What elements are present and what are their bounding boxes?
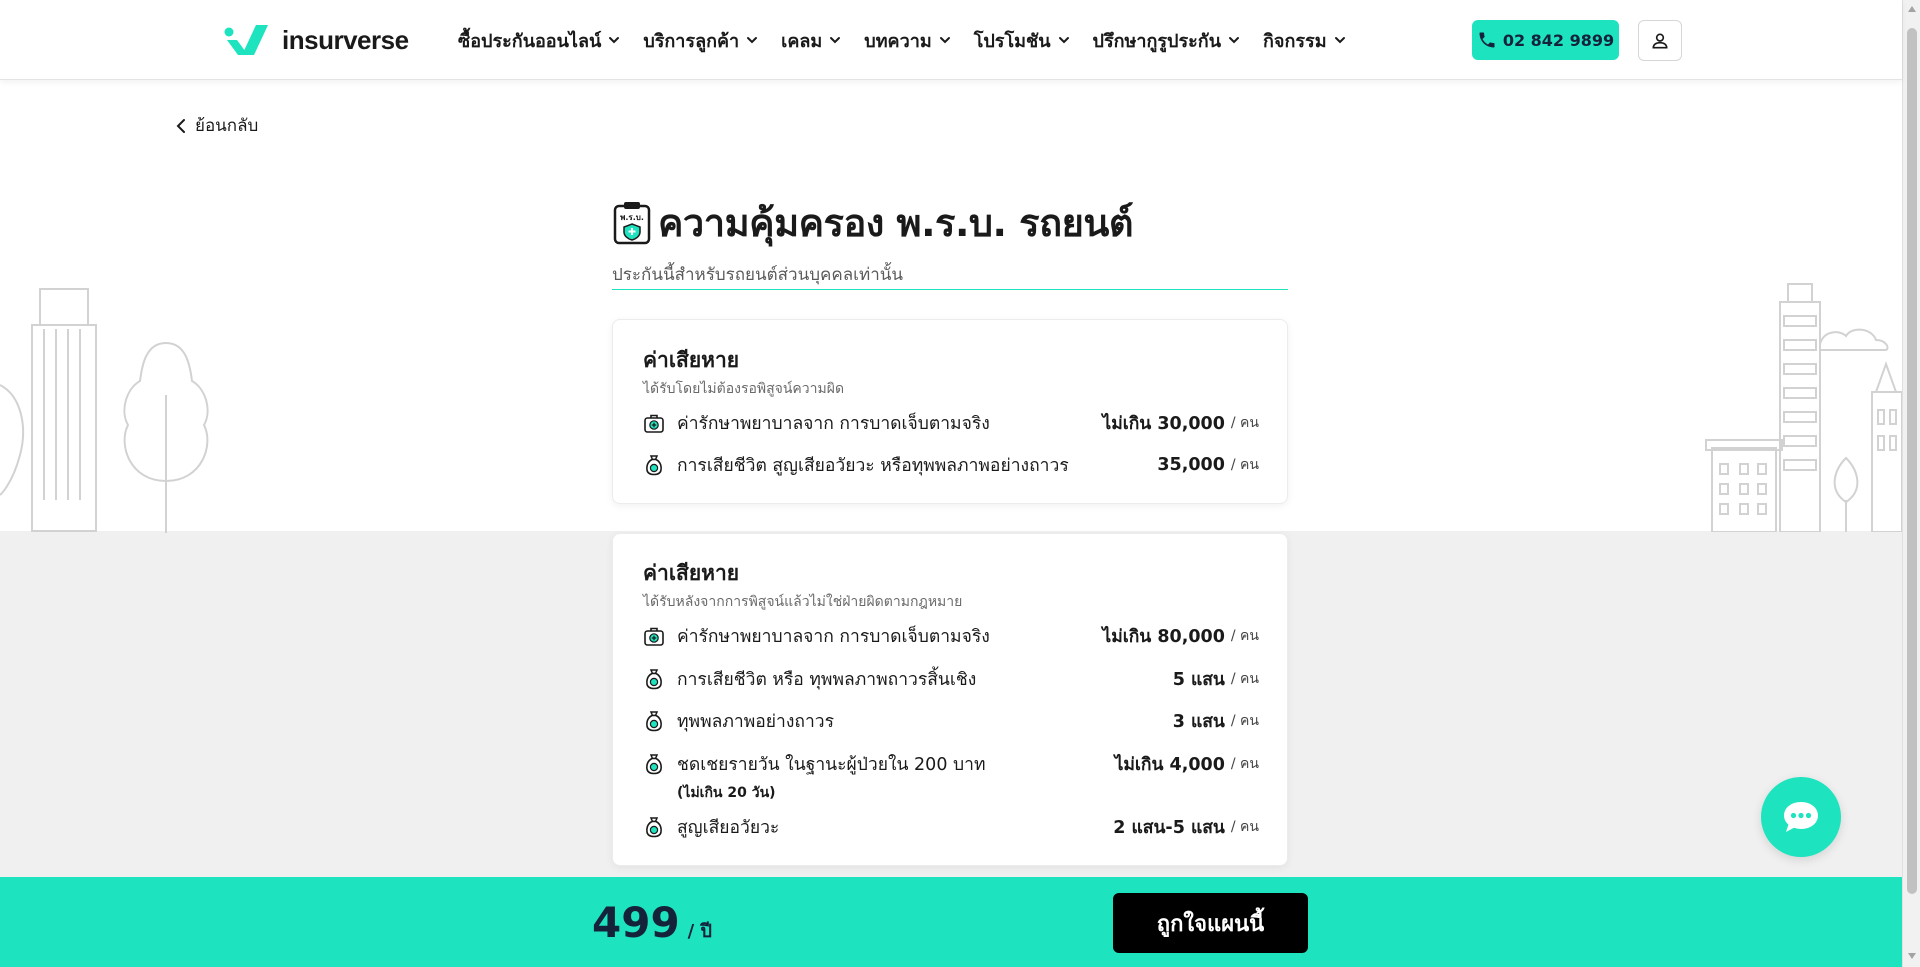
logo-text: insurverse (282, 24, 409, 55)
nav-item-customer-service[interactable]: บริการลูกค้า (643, 26, 759, 55)
coverage-label: การเสียชีวิต สูญเสียอวัยวะ หรือทุพพลภาพอ… (677, 456, 1069, 476)
coverage-row: ค่ารักษาพยาบาลจาก การบาดเจ็บตามจริง ไม่เ… (643, 408, 1259, 438)
chat-icon (1784, 802, 1818, 832)
chevron-down-icon (939, 37, 950, 44)
scroll-up-arrow-icon[interactable] (1908, 6, 1916, 12)
coverage-value: 35,000 (1157, 455, 1225, 475)
coverage-row: การเสียชีวิต สูญเสียอวัยวะ หรือทุพพลภาพอ… (643, 450, 1259, 480)
cityscape-left-illustration (0, 288, 209, 533)
coverage-header: พ.ร.บ. ความคุ้มครอง พ.ร.บ. รถยนต์ ประกัน… (612, 192, 1288, 288)
title-divider (612, 289, 1288, 290)
chevron-down-icon (830, 37, 841, 44)
coverage-row: การเสียชีวิต หรือ ทุพพลภาพถาวรสิ้นเชิง 5… (643, 664, 1259, 694)
user-account-button[interactable] (1638, 20, 1682, 61)
chevron-down-icon (1229, 37, 1240, 44)
coverage-value: ไม่เกิน 4,000 (1114, 755, 1225, 775)
card-title: ค่าเสียหาย (643, 561, 740, 585)
coverage-value: ไม่เกิน 80,000 (1102, 627, 1225, 647)
coverage-unit: / คน (1230, 756, 1259, 772)
nav-item-claim[interactable]: เคลม (781, 26, 842, 55)
phone-icon (1479, 32, 1495, 48)
compulsory-insurance-badge-icon: พ.ร.บ. (613, 201, 651, 244)
coverage-label: ทุพพลภาพอย่างถาวร (677, 712, 835, 732)
coverage-card-no-fault: ค่าเสียหาย ได้รับโดยไม่ต้องรอพิสูจน์ความ… (612, 319, 1288, 504)
badge-text: พ.ร.บ. (620, 213, 644, 222)
phone-number: 02 842 9899 (1502, 30, 1615, 50)
back-link[interactable]: ย้อนกลับ (175, 112, 258, 139)
money-bag-icon (646, 711, 662, 732)
back-label: ย้อนกลับ (195, 116, 259, 136)
coverage-label: ชดเชยรายวัน ในฐานะผู้ป่วยใน 200 บาท (677, 755, 986, 775)
nav-item-consult-expert[interactable]: ปรึกษากูรูประกัน (1093, 26, 1242, 55)
price-display: 499 / ปี (592, 898, 712, 947)
coverage-unit: / คน (1230, 819, 1259, 835)
price-footer-bar (0, 877, 1902, 967)
medical-bag-icon (644, 414, 664, 433)
nav-item-label: กิจกรรม (1263, 30, 1327, 52)
coverage-unit: / คน (1230, 457, 1259, 473)
chevron-down-icon (609, 37, 620, 44)
nav-item-label: ซื้อประกันออนไลน์ (458, 30, 602, 52)
coverage-unit: / คน (1230, 671, 1259, 687)
nav-item-label: โปรโมชัน (973, 30, 1051, 52)
nav-item-label: บทความ (864, 30, 932, 52)
coverage-unit: / คน (1230, 628, 1259, 644)
nav-item-buy-online[interactable]: ซื้อประกันออนไลน์ (458, 26, 621, 55)
price-unit: / ปี (687, 921, 712, 942)
money-bag-icon (646, 669, 662, 690)
money-bag-icon (646, 455, 662, 476)
coverage-value: ไม่เกิน 30,000 (1102, 414, 1225, 434)
logo[interactable]: insurverse (224, 20, 409, 60)
card-subtitle: ได้รับหลังจากการพิสูจน์แล้วไม่ใช่ฝ่ายผิด… (643, 594, 963, 610)
chat-button[interactable] (1761, 777, 1841, 857)
coverage-label: ค่ารักษาพยาบาลจาก การบาดเจ็บตามจริง (677, 414, 990, 434)
price-value: 499 (592, 898, 680, 947)
nav-item-label: บริการลูกค้า (643, 30, 740, 52)
main-nav: ซื้อประกันออนไลน์ บริการลูกค้า เคลม บทคว… (458, 24, 1347, 56)
chevron-down-icon (1058, 37, 1069, 44)
coverage-row: ค่ารักษาพยาบาลจาก การบาดเจ็บตามจริง ไม่เ… (643, 621, 1259, 651)
coverage-unit: / คน (1230, 415, 1259, 431)
vertical-scrollbar[interactable] (1902, 0, 1920, 967)
coverage-row: ทุพพลภาพอย่างถาวร 3 แสน / คน (643, 706, 1259, 736)
coverage-row: สูญเสียอวัยวะ 2 แสน-5 แสน / คน (643, 812, 1259, 842)
coverage-value: 2 แสน-5 แสน (1113, 818, 1225, 838)
coverage-label: สูญเสียอวัยวะ (677, 818, 780, 838)
coverage-label: ค่ารักษาพยาบาลจาก การบาดเจ็บตามจริง (677, 627, 990, 647)
scrollbar-thumb[interactable] (1907, 28, 1917, 894)
card-subtitle: ได้รับโดยไม่ต้องรอพิสูจน์ความผิด (643, 381, 845, 397)
coverage-label: การเสียชีวิต หรือ ทุพพลภาพถาวรสิ้นเชิง (677, 670, 977, 690)
chevron-left-icon (176, 118, 185, 133)
money-bag-icon (646, 817, 662, 838)
phone-button[interactable]: 02 842 9899 (1472, 20, 1619, 60)
card-title: ค่าเสียหาย (643, 348, 740, 372)
medical-bag-icon (644, 627, 664, 646)
scroll-down-arrow-icon[interactable] (1908, 953, 1916, 959)
chevron-down-icon (747, 37, 758, 44)
coverage-note: (ไม่เกิน 20 วัน) (677, 785, 776, 801)
nav-item-articles[interactable]: บทความ (864, 26, 951, 55)
coverage-card-after-proof: ค่าเสียหาย ได้รับหลังจากการพิสูจน์แล้วไม… (612, 533, 1288, 866)
money-bag-icon (646, 754, 662, 775)
user-icon (1652, 33, 1668, 48)
logo-mark-icon (224, 25, 268, 55)
coverage-value: 5 แสน (1172, 670, 1225, 690)
page-subtitle: ประกันนี้สำหรับรถยนต์ส่วนบุคคลเท่านั้น (612, 265, 903, 285)
cityscape-right-illustration (1705, 283, 1902, 532)
coverage-unit: / คน (1230, 713, 1259, 729)
nav-item-label: เคลม (781, 30, 823, 52)
chevron-down-icon (1334, 37, 1345, 44)
coverage-value: 3 แสน (1172, 712, 1225, 732)
top-header: insurverse ซื้อประกันออนไลน์ บริการลูกค้… (0, 0, 1902, 80)
select-plan-button[interactable]: ถูกใจแผนนี้ (1113, 893, 1308, 953)
coverage-row: ชดเชยรายวัน ในฐานะผู้ป่วยใน 200 บาท ไม่เ… (643, 749, 1259, 779)
nav-item-label: ปรึกษากูรูประกัน (1092, 30, 1222, 52)
nav-item-promotions[interactable]: โปรโมชัน (974, 26, 1071, 55)
nav-item-activities[interactable]: กิจกรรม (1263, 26, 1347, 55)
page-title: ความคุ้มครอง พ.ร.บ. รถยนต์ (658, 201, 1134, 245)
